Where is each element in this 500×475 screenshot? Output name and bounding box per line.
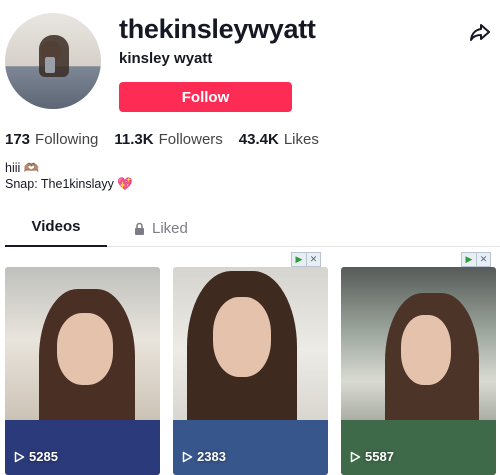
stat-followers-label: Followers [158, 131, 223, 148]
profile-tabs: Videos Liked [5, 212, 500, 247]
lock-icon [135, 222, 144, 235]
video-thumbnail-clothing [5, 420, 160, 475]
tab-liked[interactable]: Liked [133, 212, 197, 245]
video-views-label: 5587 [365, 449, 394, 464]
ad-play-icon[interactable]: ▶ [292, 253, 306, 266]
bio-line-1: hiii 🫶🏽 [5, 161, 40, 175]
ad-close-icon[interactable]: ✕ [476, 253, 490, 266]
ad-close-icon[interactable]: ✕ [306, 253, 320, 266]
play-icon [350, 451, 361, 462]
avatar-phone-detail [45, 57, 55, 73]
bio-line-2: Snap: The1kinslayy 💖 [5, 177, 133, 191]
video-thumbnail-clothing [173, 420, 328, 475]
stat-following-value: 173 [5, 131, 31, 148]
stat-followers[interactable]: 11.3K Followers [114, 131, 222, 149]
play-icon [14, 451, 25, 462]
tab-liked-label: Liked [152, 219, 188, 237]
video-view-count: 5587 [350, 449, 394, 464]
stat-following-label: Following [35, 131, 99, 148]
stat-likes-value: 43.4K [238, 131, 279, 148]
tab-videos[interactable]: Videos [5, 212, 107, 247]
share-icon[interactable] [468, 20, 492, 44]
profile-avatar[interactable] [5, 13, 101, 109]
ad-badge[interactable]: ▶ ✕ [291, 252, 321, 267]
profile-display-name: kinsley wyatt [119, 50, 213, 67]
video-card[interactable]: 2383 [173, 267, 328, 475]
stat-likes-label: Likes [283, 131, 319, 148]
ad-play-icon[interactable]: ▶ [462, 253, 476, 266]
video-view-count: 2383 [182, 449, 226, 464]
video-thumbnail-face [57, 313, 113, 385]
play-icon [182, 451, 193, 462]
stat-following[interactable]: 173 Following [5, 131, 98, 149]
follow-button[interactable]: Follow [119, 82, 292, 112]
video-thumbnail-clothing [341, 420, 496, 475]
video-views-label: 2383 [197, 449, 226, 464]
stat-followers-value: 11.3K [114, 131, 154, 148]
video-views-label: 5285 [29, 449, 58, 464]
ad-badge[interactable]: ▶ ✕ [461, 252, 491, 267]
video-card[interactable]: 5587 [341, 267, 496, 475]
profile-stats: 173 Following 11.3K Followers 43.4K Likes [5, 131, 319, 149]
profile-username: thekinsleywyatt [119, 14, 316, 44]
video-view-count: 5285 [14, 449, 58, 464]
video-card[interactable]: 5285 [5, 267, 160, 475]
video-thumbnail-face [401, 315, 451, 385]
stat-likes: 43.4K Likes [239, 131, 319, 149]
video-thumbnail-face [213, 297, 271, 377]
profile-bio: hiii 🫶🏽 Snap: The1kinslayy 💖 [5, 160, 133, 192]
